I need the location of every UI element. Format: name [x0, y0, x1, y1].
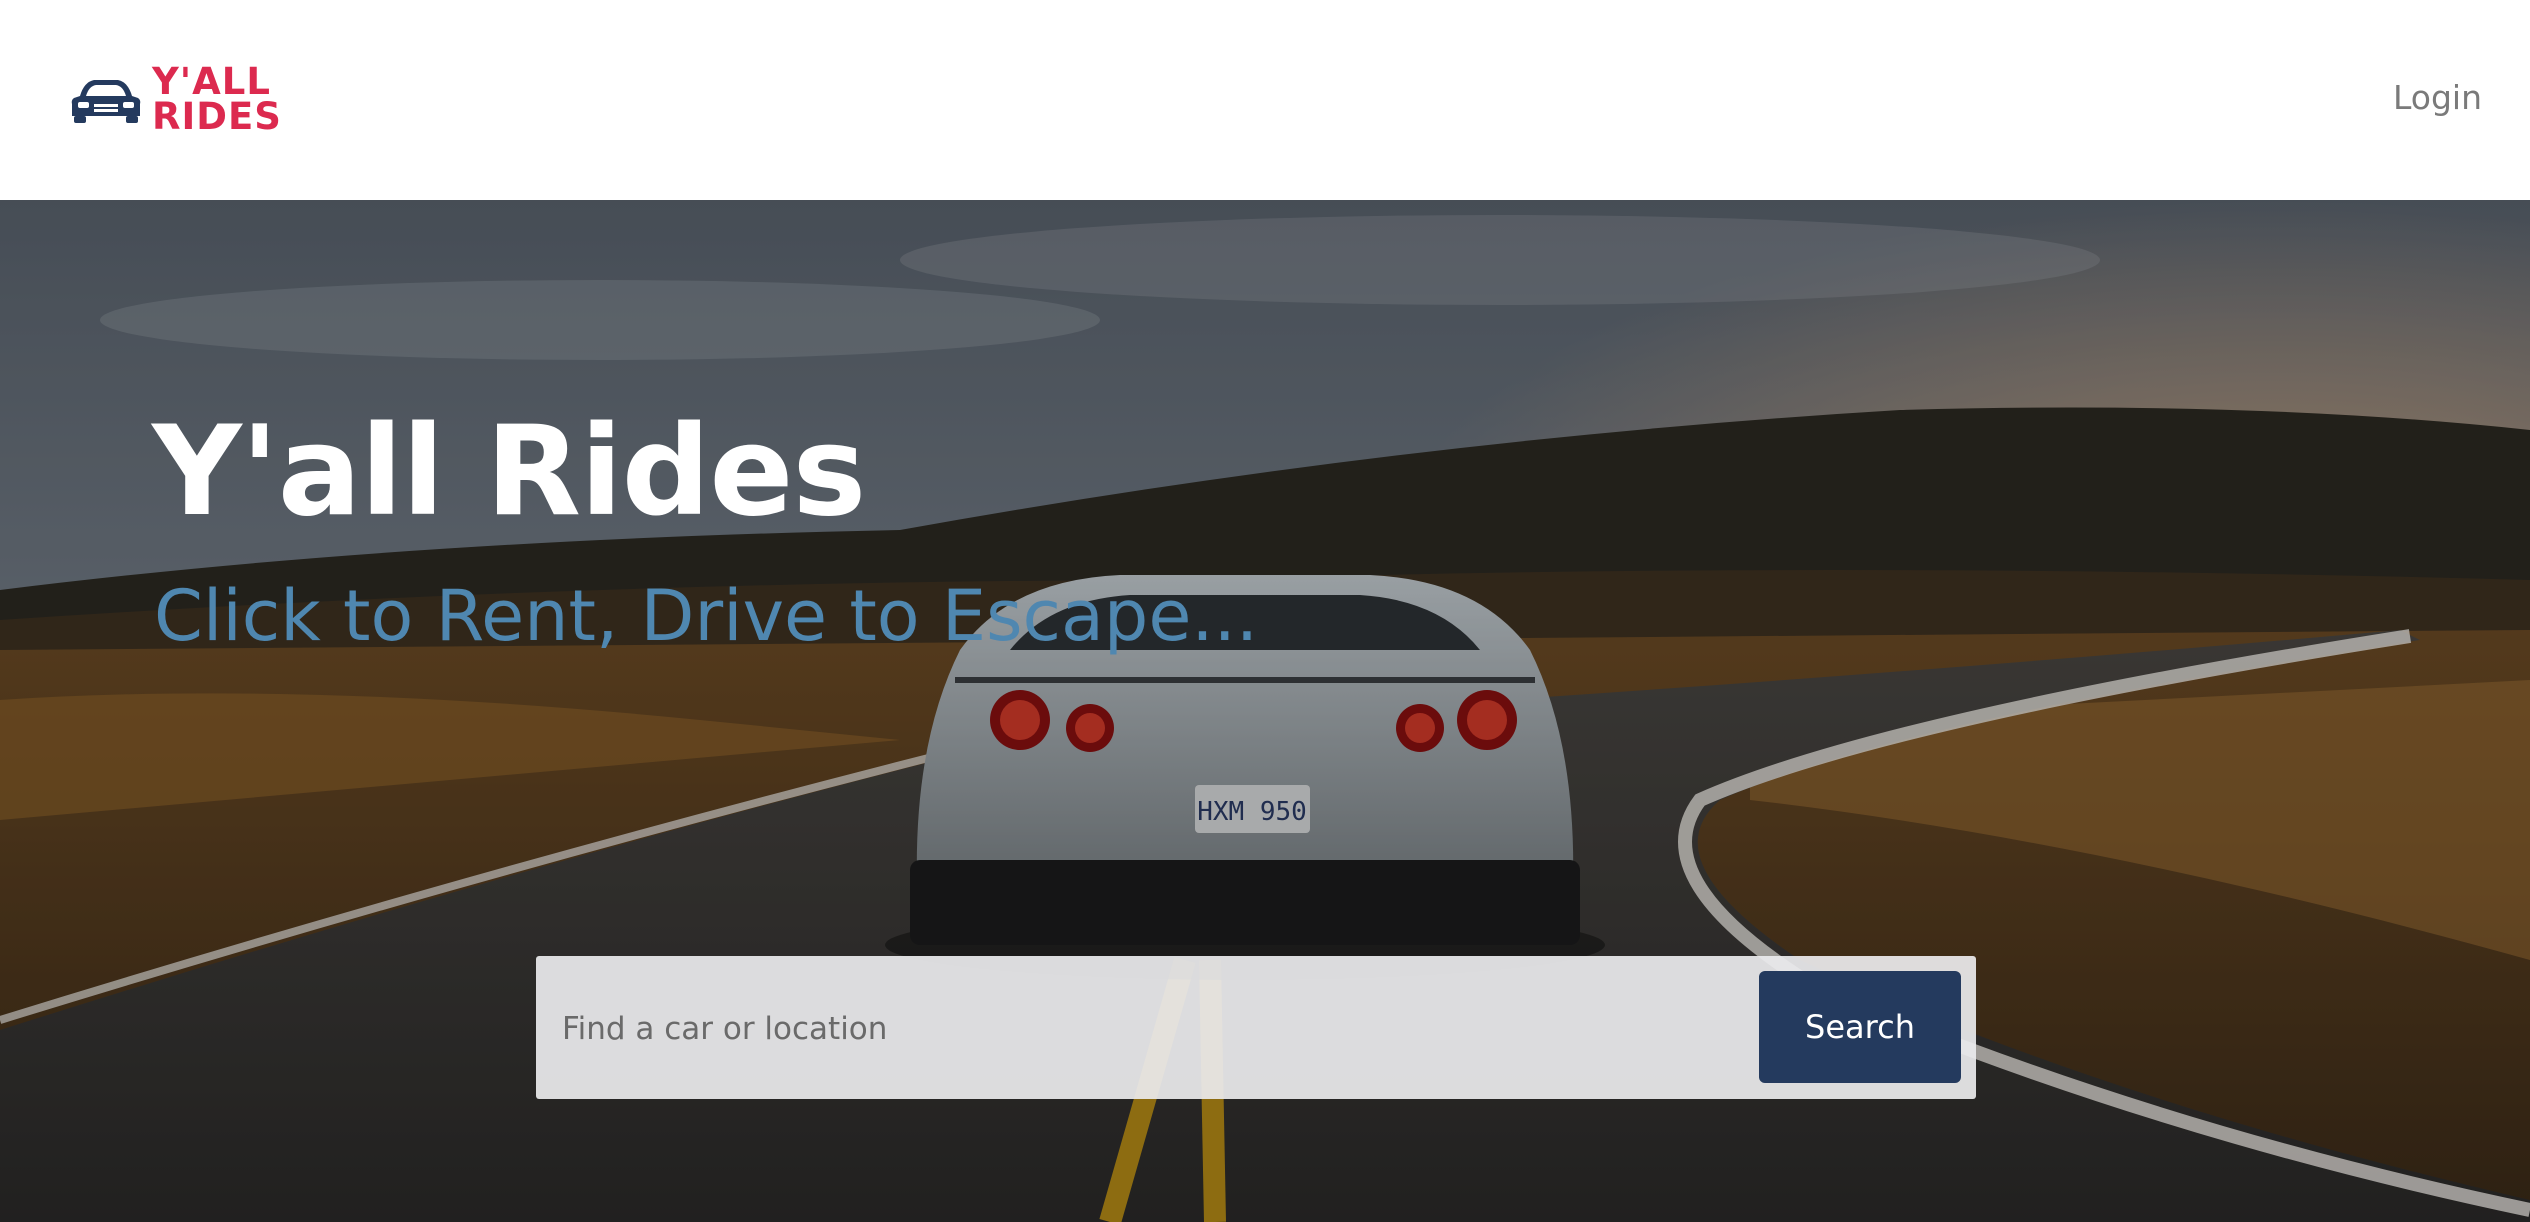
hero-section: HXM 950 Y'all Rides Click to Rent, Drive…	[0, 200, 2530, 1222]
hero-subtitle: Click to Rent, Drive to Escape...	[154, 575, 1259, 657]
logo-line-2: RIDES	[152, 95, 282, 138]
site-logo[interactable]: Y'ALL RIDES	[70, 59, 282, 138]
login-link[interactable]: Login	[2393, 78, 2482, 117]
logo-line-1: Y'ALL	[152, 59, 271, 103]
logo-wordmark: Y'ALL RIDES	[152, 59, 282, 138]
hero-title: Y'all Rides	[152, 400, 866, 544]
search-input[interactable]	[560, 986, 1744, 1072]
car-front-icon	[70, 74, 142, 124]
site-header: Y'ALL RIDES Login	[0, 0, 2530, 200]
search-button[interactable]: Search	[1759, 971, 1961, 1083]
search-bar: Search	[536, 956, 1976, 1099]
